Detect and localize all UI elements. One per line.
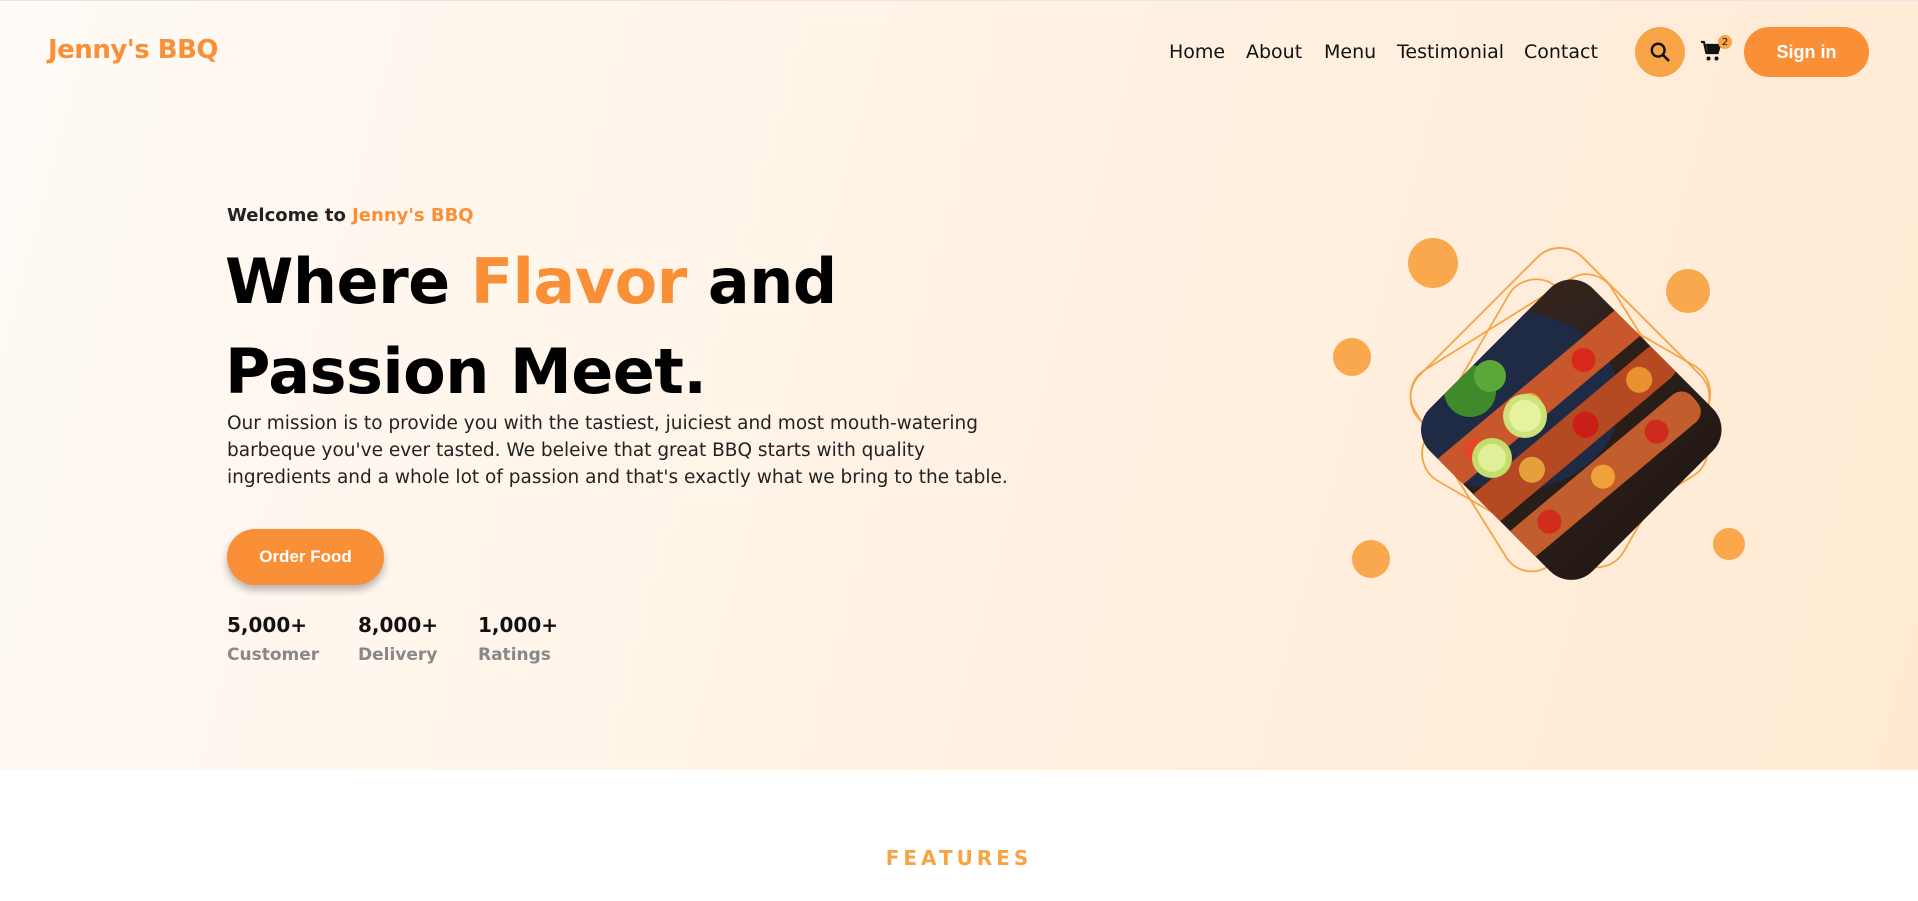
nav-contact[interactable]: Contact: [1524, 41, 1598, 63]
stat-value: 8,000+: [358, 613, 439, 637]
mission-text: Our mission is to provide you with the t…: [227, 413, 1008, 488]
decor-dot: [1408, 238, 1458, 288]
nav-about[interactable]: About: [1246, 41, 1302, 63]
search-button[interactable]: [1635, 27, 1685, 77]
decor-dot: [1352, 540, 1390, 578]
hero-headline: Where Flavor and Passion Meet.: [225, 237, 837, 417]
welcome-prefix: Welcome to: [227, 205, 346, 226]
cart-button[interactable]: 2: [1700, 35, 1732, 65]
hero-section: Jenny's BBQ Home About Menu Testimonial …: [0, 0, 1918, 770]
stat-value: 5,000+: [227, 613, 308, 637]
signin-button[interactable]: Sign in: [1744, 27, 1869, 77]
stat-label: Customer: [227, 645, 320, 665]
brand-logo[interactable]: Jenny's BBQ: [48, 35, 219, 65]
stat-customer: 5,000+ Customer: [227, 613, 319, 665]
decor-dot: [1666, 269, 1710, 313]
stat-ratings: 1,000+ Ratings: [478, 613, 558, 665]
headline-accent: Flavor: [470, 245, 688, 318]
headline-part2: and: [707, 245, 837, 318]
welcome-brand: Jenny's BBQ: [352, 205, 474, 226]
headline-part1: Where: [225, 245, 450, 318]
order-food-button[interactable]: Order Food: [227, 529, 384, 585]
hero-food-image: [1333, 238, 1745, 593]
nav-testimonial[interactable]: Testimonial: [1397, 41, 1504, 63]
stat-value: 1,000+: [478, 613, 559, 637]
decor-dot: [1713, 528, 1745, 560]
welcome-text: Welcome to Jenny's BBQ: [227, 205, 474, 226]
stat-label: Ratings: [478, 645, 551, 665]
nav-menu[interactable]: Menu: [1324, 41, 1376, 63]
search-icon: [1650, 42, 1670, 62]
nav-home[interactable]: Home: [1169, 41, 1225, 63]
decor-dot: [1333, 338, 1371, 376]
cart-count-badge: 2: [1718, 35, 1732, 49]
headline-line2: Passion Meet.: [225, 335, 707, 408]
features-heading: FEATURES: [885, 846, 1033, 870]
stat-delivery: 8,000+ Delivery: [358, 613, 438, 665]
stat-label: Delivery: [358, 645, 438, 665]
